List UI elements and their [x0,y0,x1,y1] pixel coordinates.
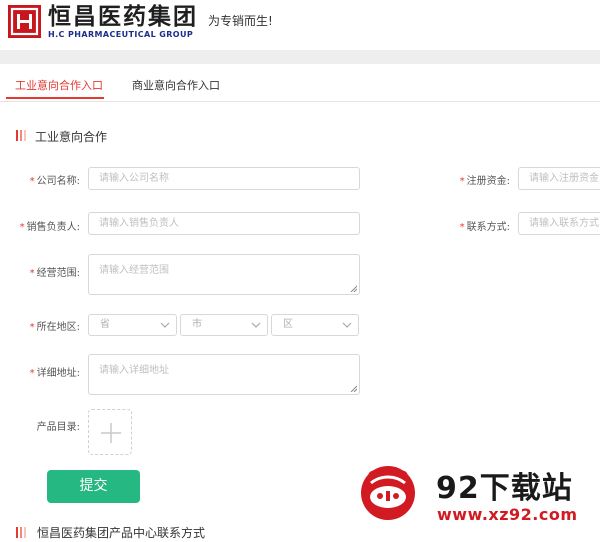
contact-label: * 联系方式: [459,222,510,233]
watermark-overlay: 92下载站 www.xz92.com [331,437,600,542]
brand-name: 恒昌医药集团 [48,4,198,30]
catalog-upload-button[interactable] [88,409,132,455]
chevron-down-icon [251,322,261,328]
brand-logo-icon[interactable] [8,5,41,38]
district-select-value: 区 [283,319,293,330]
chevron-down-icon [160,322,170,328]
city-select-value: 市 [192,319,202,330]
registered-capital-input[interactable]: 请输入注册资金 [518,167,600,190]
resize-handle-icon[interactable] [350,385,357,392]
company-name-input[interactable]: 请输入公司名称 [88,167,360,190]
catalog-label: 产品目录: [36,422,80,433]
tab-bar: 工业意向合作入口 商业意向合作入口 [0,64,600,102]
registered-capital-label: * 注册资金: [459,176,510,187]
district-select[interactable]: 区 [271,314,359,336]
tab-commercial-cooperation[interactable]: 商业意向合作入口 [132,77,220,93]
province-select[interactable]: 省 [88,314,177,336]
resize-handle-icon[interactable] [350,285,357,292]
slogan: 为专销而生! [208,14,273,28]
watermark-url: www.xz92.com [437,505,578,524]
section-marker-icon [16,130,26,141]
business-scope-textarea[interactable]: 请输入经营范围 [88,254,360,295]
city-select[interactable]: 市 [180,314,268,336]
submit-button[interactable]: 提交 [47,470,140,503]
site-header: 恒昌医药集团 H.C PHARMACEUTICAL GROUP 为专销而生! [0,0,600,50]
company-name-label: * 公司名称: [29,176,80,187]
brand-subtitle: H.C PHARMACEUTICAL GROUP [48,30,194,39]
address-label: * 详细地址: [29,368,80,379]
chevron-down-icon [342,322,352,328]
address-textarea[interactable]: 请输入详细地址 [88,354,360,395]
active-tab-indicator [6,97,104,99]
tab-industrial-cooperation[interactable]: 工业意向合作入口 [15,77,103,93]
watermark-site-name: 92下载站 [436,471,573,506]
business-scope-label: * 经营范围: [29,268,80,279]
header-divider [0,50,600,64]
section-title: 工业意向合作 [35,130,108,144]
contact-section-title: 恒昌医药集团产品中心联系方式 [37,526,206,540]
plus-icon [101,423,121,443]
section-marker-icon [16,527,26,538]
sales-person-label: * 销售负责人: [19,222,80,233]
business-scope-placeholder: 请输入经营范围 [99,265,169,276]
sales-person-input[interactable]: 请输入销售负责人 [88,212,360,235]
watermark-logo-icon [361,466,415,520]
region-label: * 所在地区: [29,322,80,333]
province-select-value: 省 [100,319,110,330]
contact-input[interactable]: 请输入联系方式 [518,212,600,235]
address-placeholder: 请输入详细地址 [99,365,169,376]
